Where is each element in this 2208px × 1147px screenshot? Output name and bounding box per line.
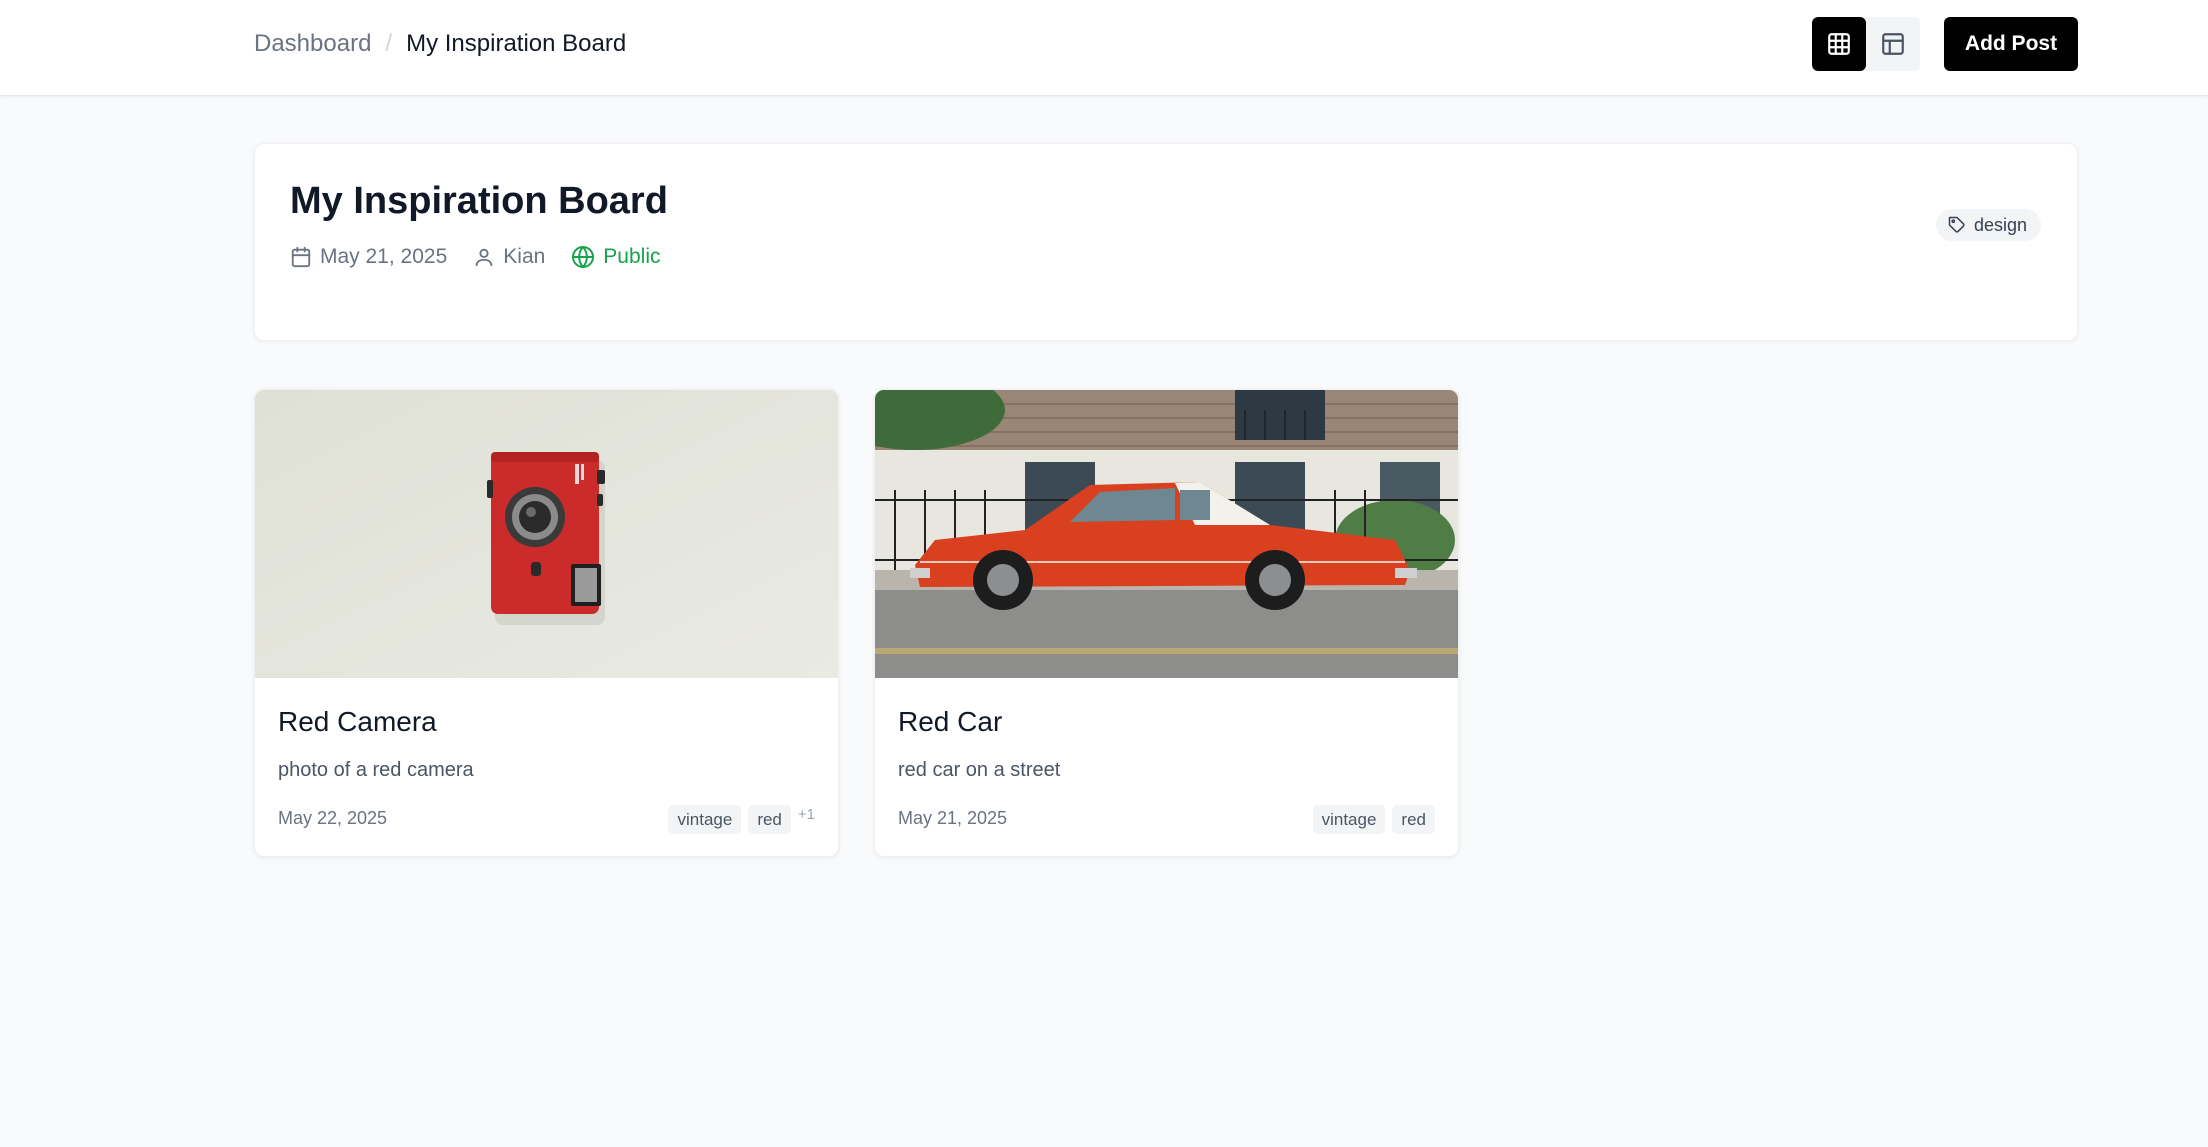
- breadcrumb-separator: /: [385, 30, 393, 57]
- post-image-red-car: [875, 390, 1458, 678]
- top-bar: Dashboard / My Inspiration Board Add Pos…: [0, 0, 2208, 96]
- layout-view-button[interactable]: [1866, 17, 1920, 71]
- board-author: Kian: [473, 245, 545, 269]
- board-visibility: Public: [571, 245, 661, 269]
- board-meta: May 21, 2025 Kian Public: [290, 242, 661, 272]
- board-title: My Inspiration Board: [290, 180, 668, 222]
- grid-view-button[interactable]: [1812, 17, 1866, 71]
- post-description: photo of a red camera: [278, 759, 474, 781]
- post-date: May 22, 2025: [278, 808, 388, 828]
- post-card[interactable]: Red Car red car on a street May 21, 2025…: [874, 389, 1459, 857]
- post-tags: vintage red: [1312, 805, 1435, 834]
- post-image-red-camera: [255, 390, 838, 678]
- post-date: May 21, 2025: [898, 808, 1008, 828]
- board-date-text: May 21, 2025: [320, 245, 448, 268]
- post-title: Red Car: [898, 706, 1003, 737]
- more-tags-count: +1: [797, 806, 815, 823]
- grid-icon: [1828, 33, 1850, 55]
- post-tag: red: [748, 805, 791, 834]
- post-tag: vintage: [1312, 805, 1386, 834]
- calendar-icon: [291, 246, 311, 268]
- breadcrumb-dashboard-link[interactable]: Dashboard: [254, 30, 371, 58]
- layout-icon: [1882, 33, 1904, 55]
- board-tag[interactable]: design: [1935, 209, 2041, 241]
- post-tag: red: [1392, 805, 1435, 834]
- breadcrumb: Dashboard / My Inspiration Board: [254, 0, 626, 88]
- board-visibility-text: Public: [603, 245, 661, 268]
- post-title: Red Camera: [278, 706, 437, 737]
- tag-icon: [1948, 216, 1965, 233]
- post-tags: vintage red +1: [668, 805, 815, 834]
- breadcrumb-current: My Inspiration Board: [406, 30, 627, 57]
- board-tag-label: design: [1973, 214, 2027, 235]
- board-date: May 21, 2025: [290, 245, 447, 269]
- board-header-card: My Inspiration Board May 21, 2025 Kian P…: [254, 143, 2078, 341]
- post-card[interactable]: Red Camera photo of a red camera May 22,…: [254, 389, 839, 857]
- board-author-text: Kian: [503, 245, 546, 268]
- add-post-button[interactable]: Add Post: [1944, 17, 2078, 71]
- globe-icon: [572, 246, 595, 268]
- user-icon: [476, 248, 493, 267]
- post-tag: vintage: [668, 805, 742, 834]
- view-toggle: [1812, 17, 1920, 71]
- post-description: red car on a street: [898, 759, 1061, 781]
